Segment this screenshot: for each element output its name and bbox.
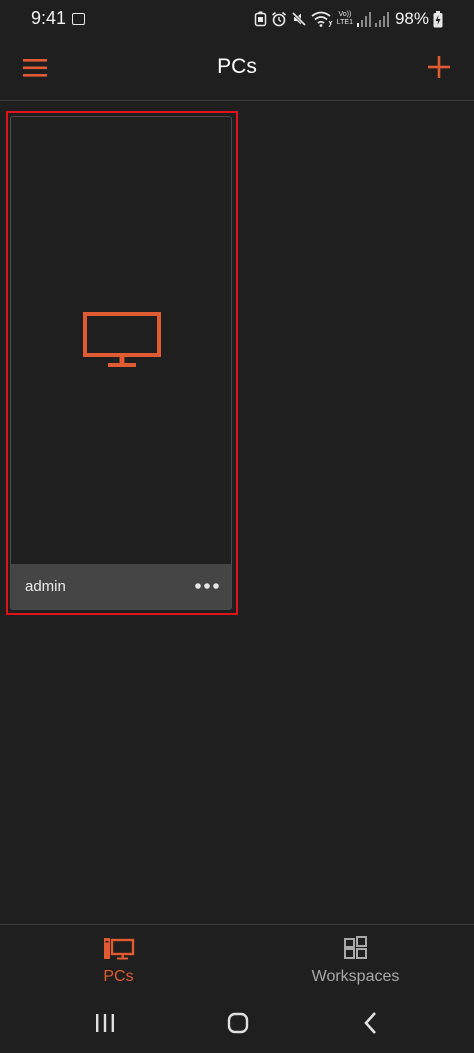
alarm-icon: [271, 11, 286, 27]
tab-pcs-label: PCs: [103, 968, 134, 985]
tab-workspaces[interactable]: Workspaces: [237, 925, 474, 995]
status-time: 9:41: [31, 8, 67, 28]
back-icon: [364, 1012, 376, 1034]
home-button[interactable]: [223, 1010, 253, 1036]
battery-saver-icon: [254, 11, 266, 27]
plus-icon: [428, 56, 450, 78]
add-pc-button[interactable]: [424, 52, 454, 82]
page-title: PCs: [217, 55, 257, 78]
more-horizontal-icon: [195, 583, 219, 589]
volte-bottom-label: LTE1: [336, 19, 353, 26]
workspaces-grid-icon: [343, 936, 367, 959]
tab-pcs[interactable]: PCs: [0, 925, 237, 995]
home-icon: [227, 1012, 249, 1034]
pc-monitor-icon: [103, 938, 134, 960]
back-button[interactable]: [356, 1010, 386, 1036]
signal-sim2-icon: [374, 11, 389, 27]
pc-name: admin: [25, 578, 66, 595]
mute-icon: [291, 11, 306, 27]
wifi-icon: [311, 11, 333, 27]
pc-more-button[interactable]: [193, 576, 221, 596]
gallery-notification-icon: [72, 13, 85, 25]
volte-top-label: Vo)): [338, 11, 352, 18]
pc-tile[interactable]: admin: [10, 116, 232, 610]
battery-percentage: 98%: [394, 9, 429, 28]
recents-icon: [96, 1014, 114, 1032]
volte-indicator: Vo)) LTE1: [337, 11, 353, 27]
monitor-icon: [83, 312, 161, 367]
battery-charging-icon: [433, 10, 443, 27]
status-icons: Vo)) LTE1 98%: [254, 9, 443, 29]
pc-tile-footer: admin: [11, 564, 231, 609]
tab-workspaces-label: Workspaces: [311, 968, 400, 985]
system-navigation-bar: [0, 994, 474, 1053]
bottom-navigation: PCs Workspaces: [0, 924, 474, 995]
signal-sim1-icon: [356, 11, 371, 27]
recents-button[interactable]: [90, 1010, 120, 1036]
status-bar: 9:41 Vo)) LTE1 98%: [0, 0, 474, 38]
app-bar: PCs: [0, 38, 474, 101]
